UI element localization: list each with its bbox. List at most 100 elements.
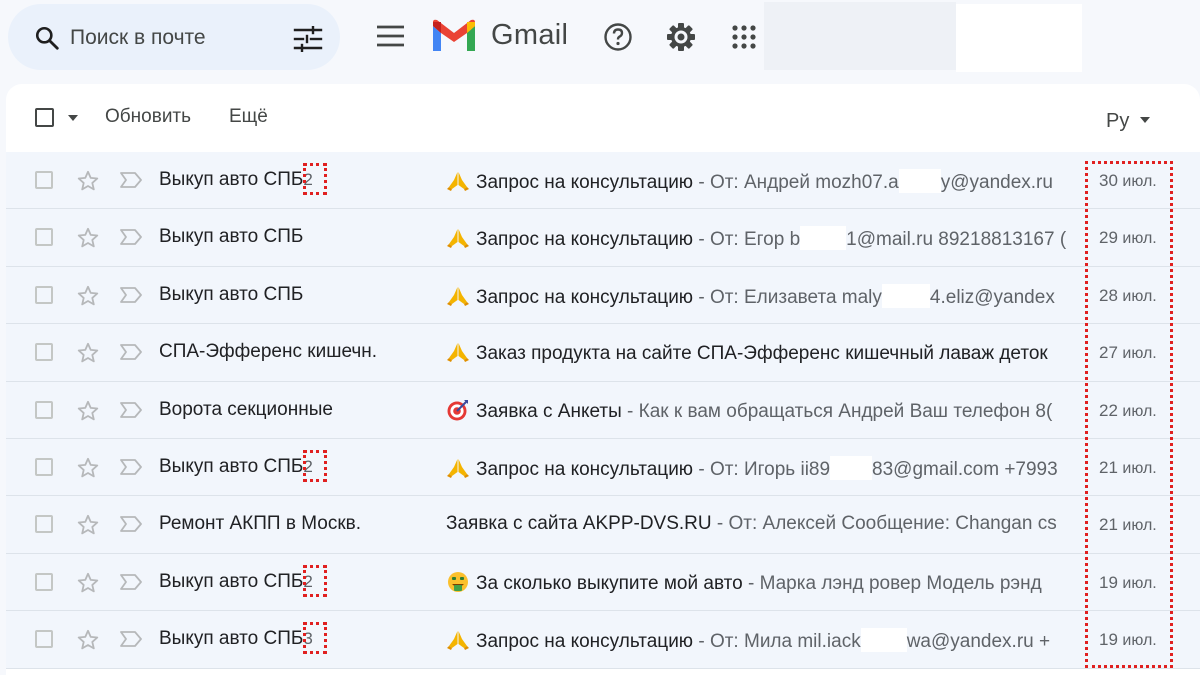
row-checkbox[interactable] <box>35 457 53 476</box>
importance-marker-icon[interactable] <box>119 343 143 361</box>
importance-marker-icon[interactable] <box>119 171 143 189</box>
pray-emoji-icon <box>446 629 470 651</box>
importance-marker-icon[interactable] <box>119 458 143 476</box>
email-row[interactable]: Выкуп авто СПБ Запрос на консультацию - … <box>6 266 1200 325</box>
search-input[interactable]: Поиск в почте <box>70 26 206 50</box>
email-list: Выкуп авто СПБ2 Запрос на консультацию -… <box>6 152 1200 669</box>
importance-marker-icon[interactable] <box>119 286 143 304</box>
importance-marker-icon[interactable] <box>119 228 143 246</box>
chevron-down-icon[interactable] <box>1139 116 1151 124</box>
star-icon[interactable] <box>76 169 100 193</box>
pray-emoji-icon <box>446 227 470 249</box>
search-icon[interactable] <box>34 25 60 51</box>
email-snippet: wa@yandex.ru + <box>906 631 1051 653</box>
row-checkbox[interactable] <box>35 572 53 591</box>
email-preview: Заказ продукта на сайте СПА-Эфференс киш… <box>446 341 1084 367</box>
star-icon[interactable] <box>76 284 100 308</box>
redacted-area <box>764 2 956 70</box>
sender-name: Выкуп авто СПБ2 <box>159 455 313 477</box>
pray-emoji-icon <box>446 341 470 363</box>
importance-marker-icon[interactable] <box>119 573 143 591</box>
email-preview: Запрос на консультацию - От: Андрей mozh… <box>446 169 1084 195</box>
row-checkbox[interactable] <box>35 630 53 649</box>
email-row[interactable]: Ремонт АКПП в Москв. Заявка с сайта AKPP… <box>6 496 1200 554</box>
sender-name: СПА-Эфференс кишечн. <box>159 341 378 363</box>
pray-emoji-icon <box>446 285 470 307</box>
star-icon[interactable] <box>76 226 100 250</box>
sender-name: Выкуп авто СПБ <box>159 226 304 248</box>
email-row[interactable]: Ворота секционные Заявка с Анкеты - Как … <box>6 381 1200 439</box>
email-snippet: - От: Елизавета maly <box>693 286 882 308</box>
importance-marker-icon[interactable] <box>119 630 143 648</box>
star-icon[interactable] <box>76 399 100 423</box>
email-date: 19 июл. <box>1099 572 1157 592</box>
mail-panel: Обновить Ещё Ру Выкуп авто СПБ2 Запрос н… <box>6 84 1200 675</box>
google-apps-icon[interactable] <box>731 24 757 50</box>
email-preview: Запрос на консультацию - От: Егор b 1@mai… <box>446 226 1084 252</box>
row-checkbox[interactable] <box>35 285 53 304</box>
select-dropdown-icon[interactable] <box>67 114 79 122</box>
email-row[interactable]: СПА-Эфференс кишечн. Заказ продукта на с… <box>6 324 1200 382</box>
email-subject: Заявка с сайта AKPP-DVS.RU <box>446 513 712 535</box>
search-bar[interactable]: Поиск в почте <box>8 4 340 70</box>
row-checkbox[interactable] <box>35 515 53 534</box>
main-menu-icon[interactable] <box>374 24 406 48</box>
list-toolbar: Обновить Ещё Ру <box>6 84 1200 152</box>
email-date: 30 июл. <box>1099 171 1157 190</box>
gmail-wordmark[interactable]: Gmail <box>491 19 568 52</box>
star-icon[interactable] <box>76 571 100 595</box>
email-date: 27 июл. <box>1099 343 1157 363</box>
gmail-logo-icon[interactable] <box>430 18 478 54</box>
sender-name: Ворота секционные <box>159 398 333 420</box>
email-snippet: 1@mail.ru 89218813167 ( <box>846 229 1067 251</box>
money-emoji-icon <box>446 571 470 593</box>
email-row[interactable]: Выкуп авто СПБ2 Запрос на консультацию -… <box>6 438 1200 497</box>
email-snippet: - От: Игорь ii89 <box>693 458 831 480</box>
email-preview: Запрос на консультацию - От: Елизавета m… <box>446 283 1084 310</box>
email-subject: Заказ продукта на сайте СПА-Эфференс киш… <box>476 343 1048 365</box>
redacted-text <box>860 628 907 653</box>
star-icon[interactable] <box>76 341 100 365</box>
star-icon[interactable] <box>76 628 100 652</box>
row-checkbox[interactable] <box>35 343 53 362</box>
email-subject: Запрос на консультацию <box>476 172 694 193</box>
email-snippet: - От: Алексей Сообщение: Changan cs <box>711 513 1057 535</box>
email-snippet: y@yandex.ru <box>940 172 1053 193</box>
target-emoji-icon <box>446 399 470 421</box>
email-preview: Запрос на консультацию - От: Мила mil.ia… <box>446 628 1084 654</box>
star-icon[interactable] <box>76 513 100 537</box>
refresh-button[interactable]: Обновить <box>105 106 191 128</box>
row-checkbox[interactable] <box>35 400 53 419</box>
email-snippet: 83@gmail.com +7993 <box>872 458 1058 480</box>
row-checkbox[interactable] <box>35 171 53 189</box>
help-icon[interactable] <box>603 22 633 52</box>
star-icon[interactable] <box>76 456 100 480</box>
redacted-text <box>830 455 873 480</box>
email-subject: Запрос на консультацию <box>476 458 694 480</box>
redacted-area <box>956 4 1082 72</box>
settings-gear-icon[interactable] <box>665 21 697 53</box>
more-button[interactable]: Ещё <box>229 106 268 128</box>
email-row[interactable]: Выкуп авто СПБ3 Запрос на консультацию -… <box>6 611 1200 669</box>
email-preview: За сколько выкупите мой авто - Марка лэн… <box>446 571 1084 597</box>
email-date: 21 июл. <box>1099 515 1157 535</box>
email-snippet: - Марка лэнд ровер Модель рэнд <box>742 572 1042 594</box>
sender-name: Выкуп авто СПБ <box>159 283 304 305</box>
row-checkbox[interactable] <box>35 228 53 247</box>
email-row[interactable]: Выкуп авто СПБ2 Запрос на консультацию -… <box>6 152 1200 210</box>
email-date: 28 июл. <box>1099 285 1157 305</box>
thread-count: 2 <box>303 170 313 189</box>
pray-emoji-icon <box>446 457 470 479</box>
importance-marker-icon[interactable] <box>119 401 143 419</box>
top-bar: Поиск в почте Gmail <box>0 0 1200 80</box>
select-all-checkbox[interactable] <box>35 108 54 127</box>
email-subject: За сколько выкупите мой авто <box>476 572 743 594</box>
thread-count: 3 <box>303 629 313 649</box>
input-language-button[interactable]: Ру <box>1106 110 1129 133</box>
search-options-icon[interactable] <box>293 26 323 52</box>
email-row[interactable]: Выкуп авто СПБ Запрос на консультацию - … <box>6 209 1200 267</box>
email-preview: Заявка с Анкеты - Как к вам обращаться А… <box>446 399 1084 425</box>
thread-count: 2 <box>303 571 313 591</box>
email-row[interactable]: Выкуп авто СПБ2 За сколько выкупите мой … <box>6 553 1200 612</box>
importance-marker-icon[interactable] <box>119 515 143 533</box>
